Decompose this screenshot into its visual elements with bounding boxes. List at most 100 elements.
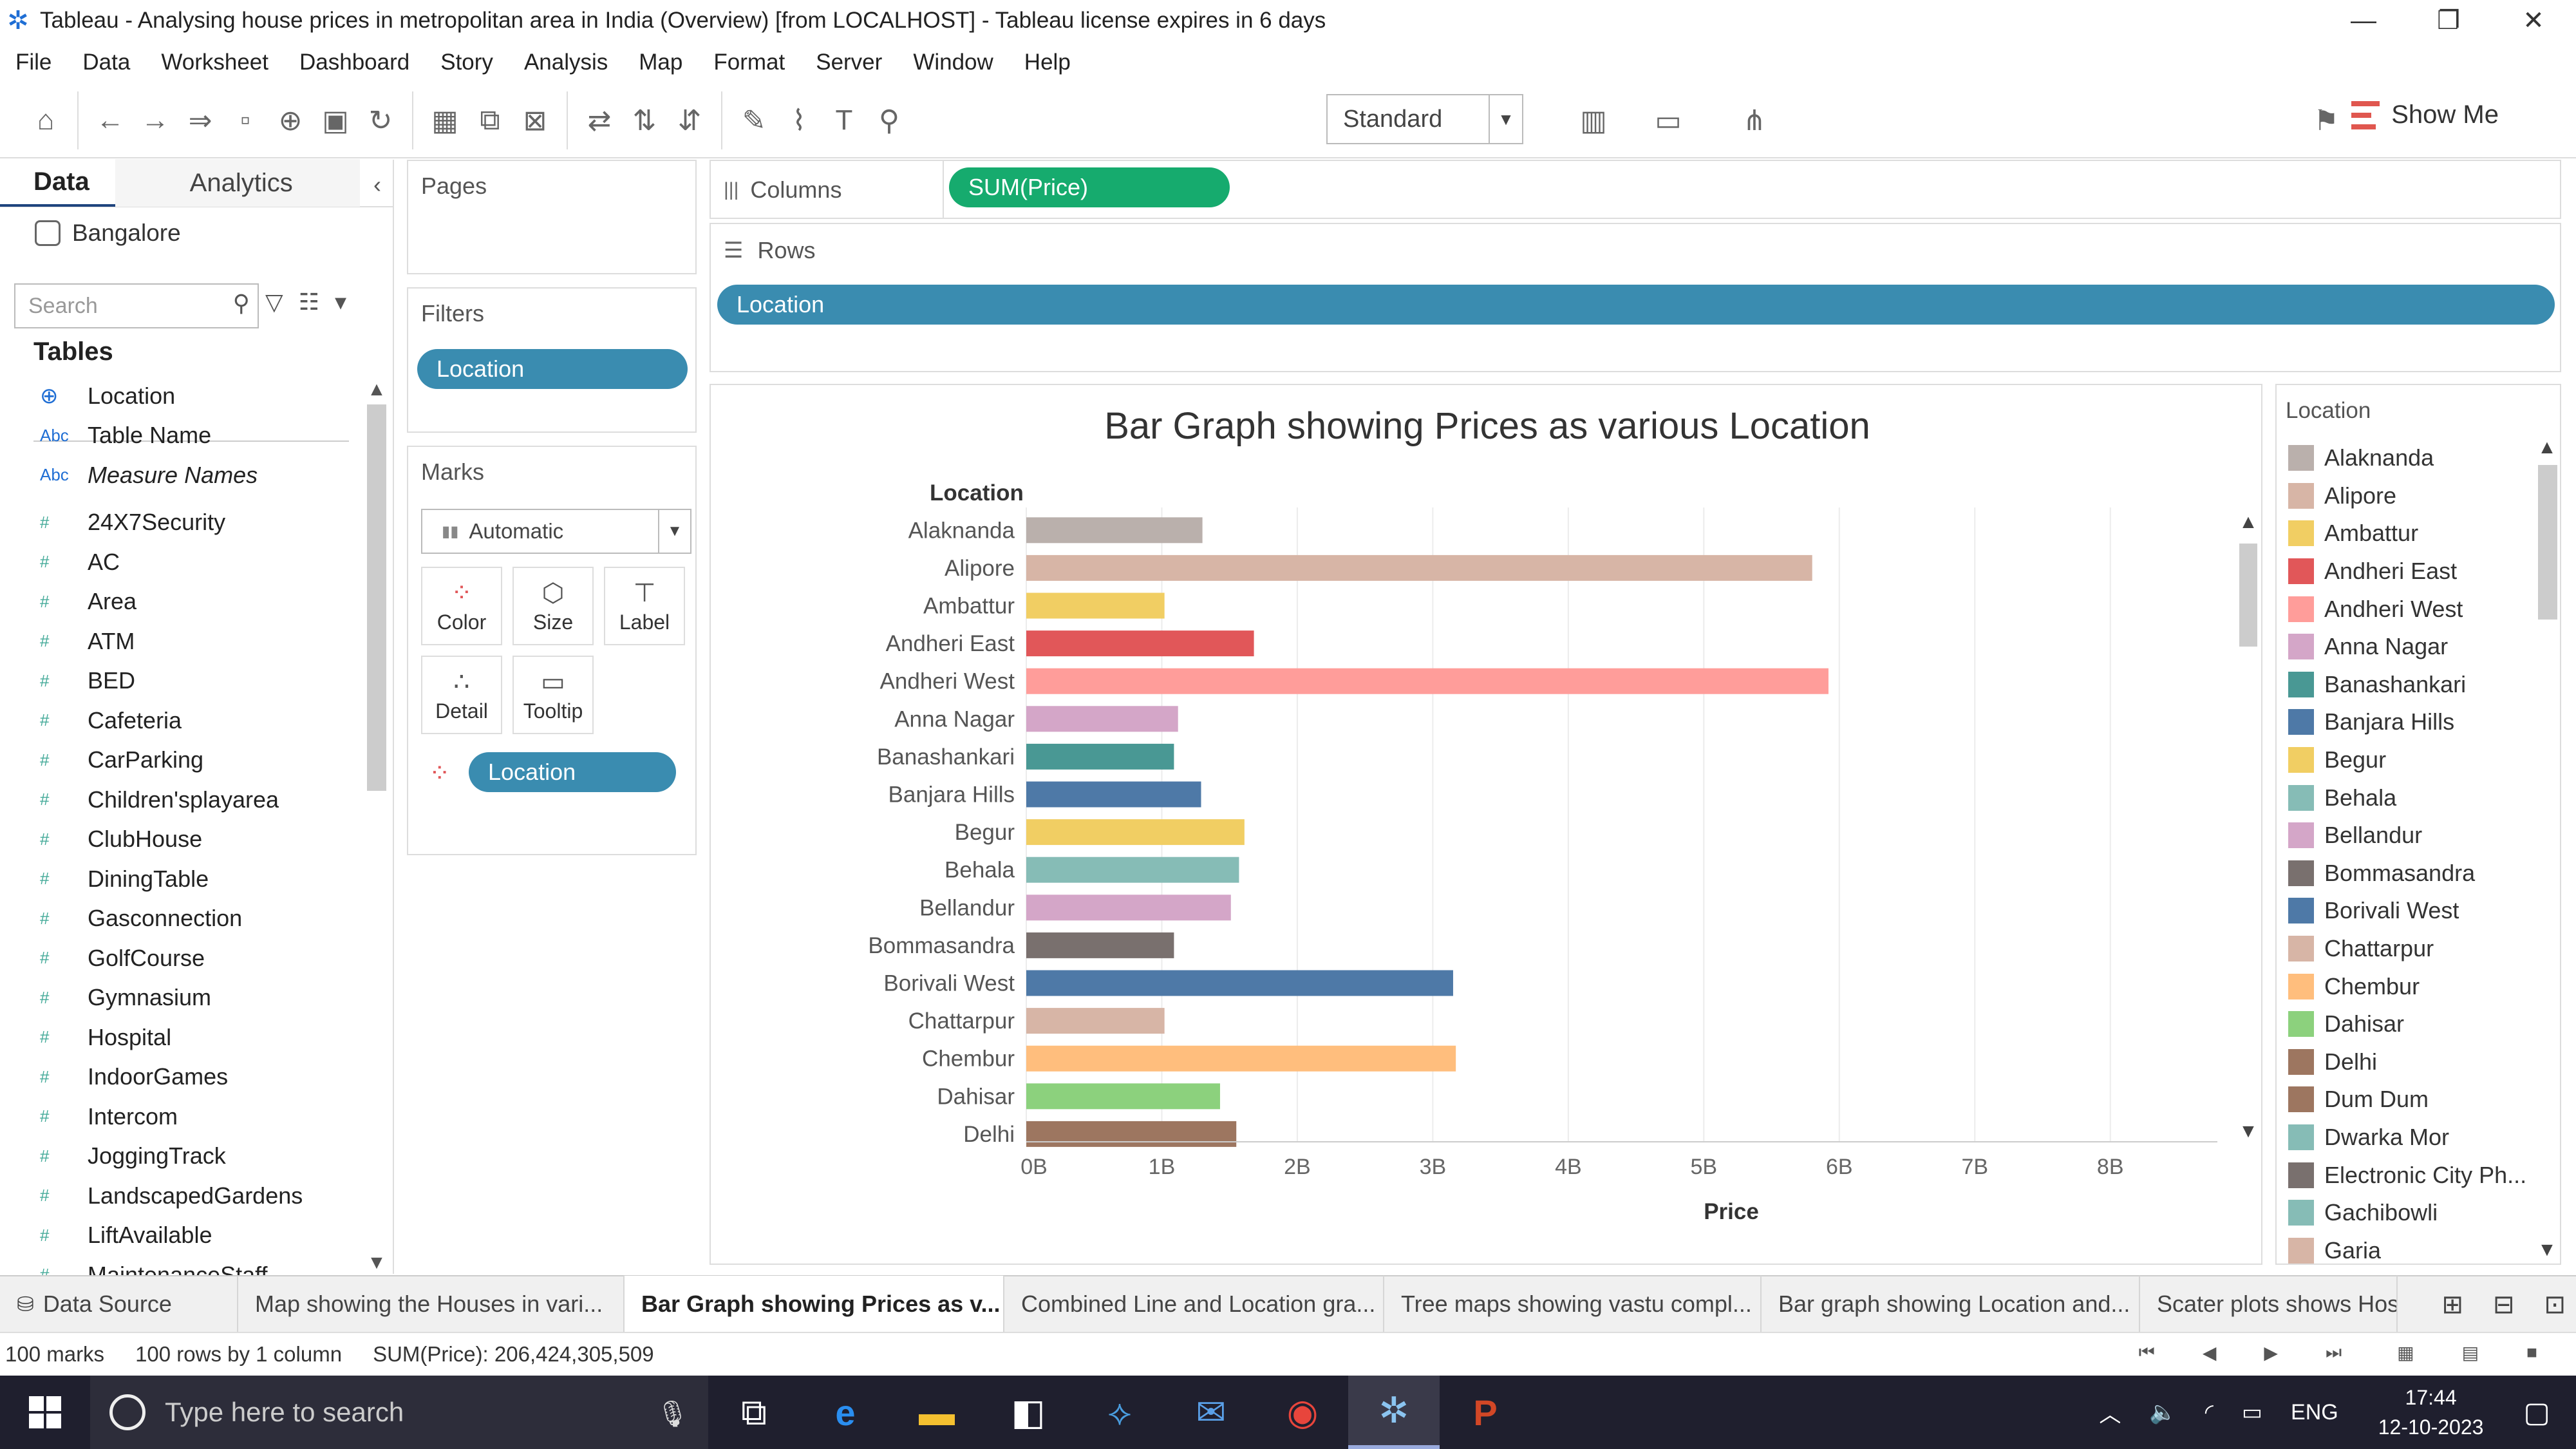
bar[interactable] bbox=[1026, 592, 1165, 619]
bar[interactable] bbox=[1026, 895, 1231, 921]
legend-item[interactable]: Andheri West bbox=[2282, 590, 2526, 628]
minimize-button[interactable]: — bbox=[2321, 0, 2406, 41]
legend-item[interactable]: Andheri East bbox=[2282, 553, 2526, 591]
bar[interactable] bbox=[1026, 1008, 1165, 1034]
new-worksheet-icon[interactable]: ⊞ bbox=[2441, 1290, 2463, 1320]
language-indicator[interactable]: ENG bbox=[2291, 1400, 2338, 1425]
legend-item[interactable]: Borivali West bbox=[2282, 892, 2526, 930]
scroll-up-icon[interactable]: ▲ bbox=[2235, 511, 2261, 533]
volume-icon[interactable]: 🔈 bbox=[2149, 1399, 2176, 1425]
field-item[interactable]: # Hospital bbox=[0, 1018, 361, 1057]
start-button[interactable] bbox=[0, 1376, 90, 1449]
restore-button[interactable]: ❐ bbox=[2406, 0, 2491, 41]
menu-map[interactable]: Map bbox=[623, 50, 698, 75]
refresh-icon[interactable]: ↻ bbox=[358, 98, 403, 143]
taskbar-search-input[interactable]: Type here to search 🎙 bbox=[90, 1376, 708, 1449]
bar[interactable] bbox=[1026, 970, 1453, 996]
field-item[interactable]: #24X7Security bbox=[0, 503, 361, 543]
list-view-icon[interactable]: ▤ bbox=[2462, 1342, 2479, 1363]
field-item[interactable]: Abc Measure Names bbox=[0, 455, 361, 495]
show-mark-labels-icon[interactable]: T bbox=[822, 98, 867, 143]
chevron-down-icon[interactable]: ▾ bbox=[335, 289, 346, 316]
datasource-item[interactable]: Bangalore bbox=[0, 207, 393, 259]
new-story-icon[interactable]: ⊡ bbox=[2544, 1290, 2566, 1320]
bar[interactable] bbox=[1026, 1121, 1237, 1147]
notifications-icon[interactable]: ▢ bbox=[2523, 1396, 2550, 1429]
legend-item[interactable]: Alipore bbox=[2282, 477, 2526, 515]
legend-item[interactable]: Dwarka Mor bbox=[2282, 1119, 2526, 1157]
replay-icon[interactable]: ⇒ bbox=[178, 98, 223, 143]
tableau-taskbar-icon[interactable]: ✲ bbox=[1348, 1376, 1440, 1449]
field-item[interactable]: # CarParking bbox=[0, 741, 361, 781]
scrollbar-thumb[interactable] bbox=[2239, 544, 2257, 647]
tab-data-source[interactable]: ⛁ Data Source bbox=[0, 1276, 238, 1332]
store-icon[interactable]: ◧ bbox=[982, 1376, 1074, 1449]
new-dashboard-icon[interactable]: ⊟ bbox=[2493, 1290, 2515, 1320]
show-cards-icon[interactable]: ▥ bbox=[1571, 98, 1616, 143]
chrome-icon[interactable]: ◉ bbox=[1257, 1376, 1348, 1449]
scroll-down-icon[interactable]: ▼ bbox=[2534, 1239, 2560, 1261]
powerpoint-icon[interactable]: P bbox=[1440, 1376, 1531, 1449]
legend-item[interactable]: Anna Nagar bbox=[2282, 628, 2526, 666]
menu-story[interactable]: Story bbox=[425, 50, 509, 75]
group-members-icon[interactable]: ⌇ bbox=[776, 98, 822, 143]
marks-tooltip-button[interactable]: ▭ Tooltip bbox=[512, 656, 594, 734]
bar[interactable] bbox=[1026, 1083, 1220, 1110]
legend-item[interactable]: Banashankari bbox=[2282, 666, 2526, 704]
scroll-up-icon[interactable]: ▲ bbox=[364, 379, 389, 401]
mail-icon[interactable]: ✉ bbox=[1165, 1376, 1257, 1449]
bar[interactable] bbox=[1026, 630, 1254, 657]
sheet-tab[interactable]: Bar graph showing Location and... bbox=[1762, 1276, 2140, 1332]
mark-type-select[interactable]: ▮▮ Automatic ▼ bbox=[421, 509, 691, 554]
bar[interactable] bbox=[1026, 1045, 1456, 1072]
legend-item[interactable]: Alaknanda bbox=[2282, 439, 2526, 477]
collapse-icon[interactable]: ‹ bbox=[373, 171, 381, 198]
clear-sheet-icon[interactable]: ⊠ bbox=[512, 98, 558, 143]
sort-descending-icon[interactable]: ⇵ bbox=[667, 98, 712, 143]
field-item[interactable]: Abc Table Name bbox=[0, 416, 361, 456]
columns-shelf[interactable]: ||| Columns SUM(Price) bbox=[710, 160, 2561, 219]
duplicate-sheet-icon[interactable]: ⧉ bbox=[467, 98, 512, 143]
presentation-mode-icon[interactable]: ▭ bbox=[1646, 98, 1691, 143]
legend-item[interactable]: Dum Dum bbox=[2282, 1081, 2526, 1119]
clock[interactable]: 17:44 12-10-2023 bbox=[2378, 1383, 2484, 1442]
marks-size-button[interactable]: ⬡ Size bbox=[512, 567, 594, 645]
legend-item[interactable]: Delhi bbox=[2282, 1043, 2526, 1081]
bar[interactable] bbox=[1026, 819, 1245, 846]
legend-item[interactable]: Begur bbox=[2282, 741, 2526, 779]
pages-card[interactable]: Pages bbox=[407, 160, 697, 274]
swap-rows-columns-icon[interactable]: ⇄ bbox=[577, 98, 622, 143]
legend-item[interactable]: Ambattur bbox=[2282, 515, 2526, 553]
sheet-tab[interactable]: Scater plots shows Hosp bbox=[2140, 1276, 2398, 1332]
home-icon[interactable]: ⌂ bbox=[23, 98, 68, 143]
bar[interactable] bbox=[1026, 781, 1201, 808]
field-item[interactable]: # Area bbox=[0, 582, 361, 622]
marks-label-button[interactable]: ⊤ Label bbox=[604, 567, 685, 645]
bar[interactable] bbox=[1026, 857, 1239, 883]
legend-item[interactable]: Behala bbox=[2282, 779, 2526, 817]
marks-pill-location[interactable]: Location bbox=[469, 752, 676, 792]
scroll-up-icon[interactable]: ▲ bbox=[2534, 437, 2560, 459]
menu-data[interactable]: Data bbox=[67, 50, 146, 75]
legend-item[interactable]: Dahisar bbox=[2282, 1005, 2526, 1043]
chart-scrollbar[interactable]: ▲ ▼ bbox=[2235, 511, 2261, 1142]
fix-axes-icon[interactable]: ⚲ bbox=[867, 98, 912, 143]
bar[interactable] bbox=[1026, 706, 1178, 732]
edge-icon[interactable]: e bbox=[800, 1376, 891, 1449]
scroll-down-icon[interactable]: ▼ bbox=[364, 1252, 389, 1274]
bar[interactable] bbox=[1026, 554, 1812, 581]
legend-item[interactable]: Gachibowli bbox=[2282, 1194, 2526, 1232]
field-item[interactable]: # ClubHouse bbox=[0, 820, 361, 860]
field-item[interactable]: ⊕ Location bbox=[0, 376, 361, 416]
tab-data[interactable]: Data bbox=[0, 159, 115, 207]
scroll-down-icon[interactable]: ▼ bbox=[2235, 1121, 2261, 1142]
close-button[interactable]: ✕ bbox=[2491, 0, 2576, 41]
legend-item[interactable]: Bellandur bbox=[2282, 817, 2526, 855]
field-item[interactable]: # AC bbox=[0, 542, 361, 582]
menu-server[interactable]: Server bbox=[800, 50, 898, 75]
field-item[interactable]: # Gasconnection bbox=[0, 899, 361, 939]
grid-view-icon[interactable]: ▦ bbox=[2397, 1342, 2414, 1363]
marks-detail-button[interactable]: ∴ Detail bbox=[421, 656, 502, 734]
scrollbar-thumb[interactable] bbox=[367, 404, 386, 791]
view-options-icon[interactable]: ☷ bbox=[299, 289, 319, 316]
